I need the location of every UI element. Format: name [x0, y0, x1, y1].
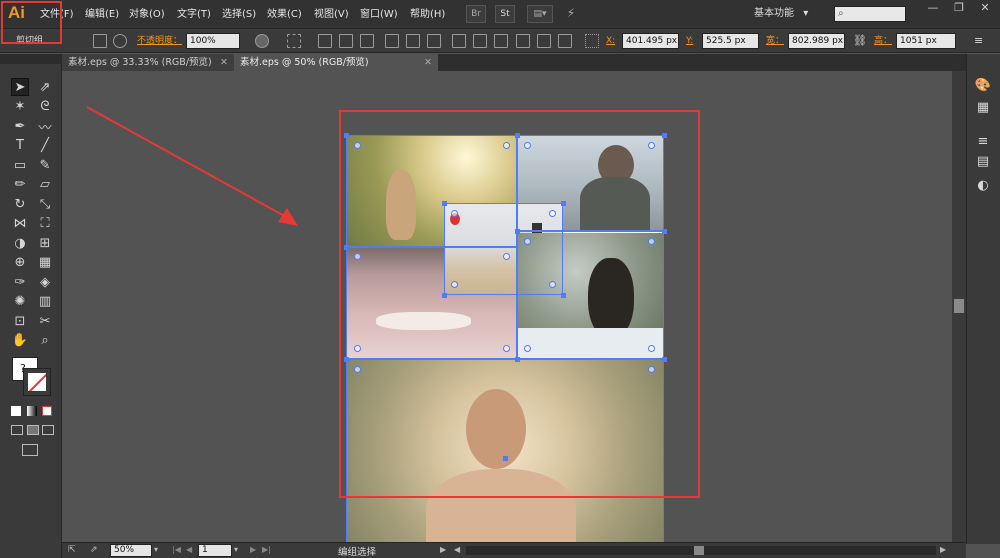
- libraries-panel-icon[interactable]: ▦: [974, 98, 992, 116]
- zoom-level-input[interactable]: 50%: [110, 544, 152, 557]
- chevron-down-icon[interactable]: ▾: [154, 545, 158, 554]
- horizontal-scroll-thumb[interactable]: [694, 546, 704, 555]
- scroll-left-icon[interactable]: ◀: [454, 545, 460, 554]
- artboard-nav-icon[interactable]: ⇱: [68, 545, 76, 555]
- color-panel-icon[interactable]: 🎨: [974, 76, 992, 94]
- next-artboard-icon[interactable]: ▶: [250, 545, 256, 554]
- artboard-number-input[interactable]: 1: [198, 544, 232, 557]
- previous-artboard-icon[interactable]: ◀: [186, 545, 192, 554]
- status-menu-arrow-icon[interactable]: ▶: [440, 545, 446, 554]
- horizontal-scrollbar[interactable]: [466, 546, 936, 555]
- annotation-arrow-icon: [86, 106, 298, 226]
- status-bar: ⇱ ⇗ 50% ▾ |◀ ◀ 1 ▾ ▶ ▶| 编组选择 ▶ ◀ ▶: [62, 542, 966, 558]
- last-artboard-icon[interactable]: ▶|: [262, 545, 271, 554]
- chevron-down-icon[interactable]: ▾: [234, 545, 238, 554]
- status-text: 编组选择: [338, 547, 377, 558]
- transparency-panel-icon[interactable]: ◐: [974, 176, 992, 194]
- stroke-panel-icon[interactable]: ≡: [974, 132, 992, 150]
- vertical-scrollbar[interactable]: [952, 71, 966, 542]
- vertical-scroll-thumb[interactable]: [954, 299, 964, 313]
- first-artboard-icon[interactable]: |◀: [172, 545, 181, 554]
- panel-dock: [966, 54, 1000, 544]
- gradient-panel-icon[interactable]: ▤: [974, 152, 992, 170]
- scroll-right-icon[interactable]: ▶: [940, 545, 946, 554]
- share-icon[interactable]: ⇗: [90, 545, 98, 555]
